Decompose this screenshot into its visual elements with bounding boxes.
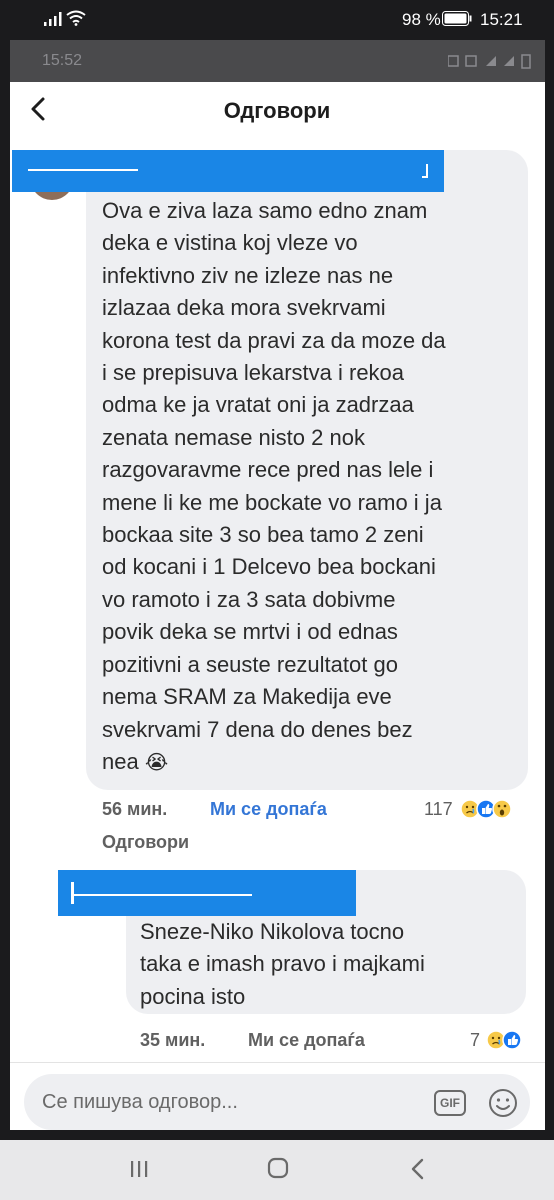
redaction-mark: [71, 882, 74, 904]
inner-status-clock: 15:52: [42, 52, 83, 69]
like-reaction-icon: [502, 1030, 522, 1050]
reply-text: Sneze-Niko Nikolova tocno taka e imash p…: [140, 919, 425, 1009]
redaction-mark: [422, 164, 428, 178]
inner-status-icons: [448, 54, 531, 69]
home-icon[interactable]: [266, 1156, 290, 1180]
signal-icon: [44, 12, 62, 26]
redacted-name: [12, 150, 444, 192]
wifi-icon: [66, 10, 86, 26]
recents-icon[interactable]: [128, 1158, 150, 1180]
reply-like-button[interactable]: Ми се допаѓа: [248, 1030, 365, 1051]
redacted-name: [58, 870, 356, 916]
like-button[interactable]: Ми се допаѓа: [210, 799, 327, 820]
comment-text-body: Ova e ziva laza samo edno znam deka e vi…: [102, 198, 446, 774]
reply-reactions-summary[interactable]: [482, 1028, 532, 1052]
comment-text: Ova e ziva laza samo edno znam deka e vi…: [102, 195, 522, 778]
reply-reaction-count[interactable]: 7: [470, 1030, 480, 1051]
nav-back-icon[interactable]: [408, 1156, 428, 1182]
reaction-count[interactable]: 117: [424, 799, 453, 820]
redaction-line: [28, 169, 138, 171]
reply-button[interactable]: Одговори: [102, 832, 189, 853]
status-bar: 98 % 15:21: [0, 0, 554, 40]
divider: [10, 1062, 545, 1063]
gif-icon[interactable]: GIF: [434, 1090, 466, 1116]
reply-time: 35 мин.: [140, 1030, 206, 1050]
crying-emoji: 😭: [144, 749, 169, 774]
status-clock: 15:21: [480, 10, 523, 29]
wow-reaction-icon: [492, 799, 512, 819]
redaction-line: [72, 894, 252, 896]
emoji-icon[interactable]: [488, 1088, 518, 1118]
reactions-summary[interactable]: [460, 797, 530, 821]
inner-status-bar: 15:52: [10, 40, 545, 82]
battery-icon: [442, 11, 472, 26]
battery-percent: 98 %: [402, 10, 441, 29]
comment-time: 56 мин.: [102, 799, 168, 819]
page-title: Одговори: [223, 98, 331, 123]
